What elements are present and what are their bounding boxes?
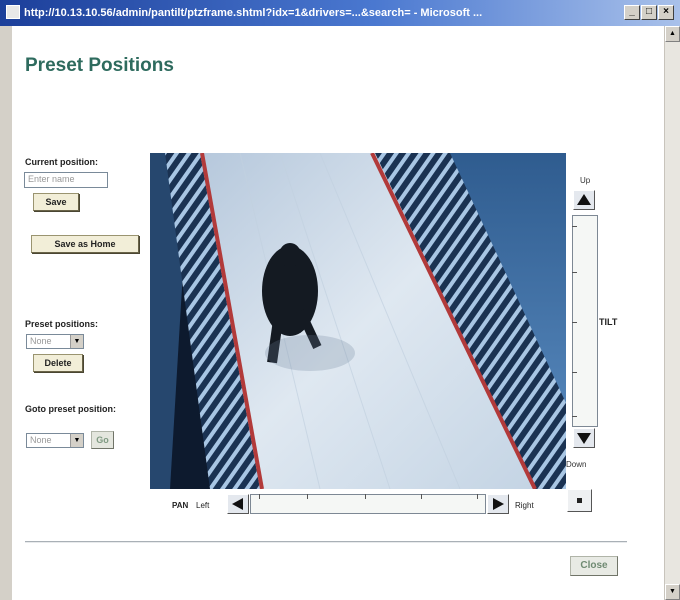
tilt-label: TILT bbox=[599, 317, 618, 327]
goto-preset-label: Goto preset position: bbox=[25, 404, 116, 414]
close-window-button[interactable]: × bbox=[658, 5, 674, 20]
save-button[interactable]: Save bbox=[33, 193, 79, 211]
preset-positions-select[interactable]: None ▼ bbox=[26, 334, 84, 349]
center-icon bbox=[577, 498, 582, 503]
pan-label: PAN bbox=[172, 501, 189, 510]
page-title: Preset Positions bbox=[25, 55, 174, 76]
minimize-button[interactable]: _ bbox=[624, 5, 640, 20]
current-position-label: Current position: bbox=[25, 157, 98, 167]
position-name-input[interactable]: Enter name bbox=[24, 172, 108, 188]
tilt-up-button[interactable] bbox=[573, 190, 595, 210]
tilt-up-label: Up bbox=[580, 176, 591, 185]
left-arrow-icon bbox=[232, 498, 243, 510]
pan-right-label: Right bbox=[515, 501, 534, 510]
close-button[interactable]: Close bbox=[570, 556, 618, 576]
save-as-home-button[interactable]: Save as Home bbox=[31, 235, 139, 253]
vertical-scrollbar[interactable]: ▲ ▼ bbox=[664, 26, 680, 600]
window-left-border bbox=[0, 26, 12, 600]
up-arrow-icon bbox=[577, 194, 591, 205]
window-title: http://10.13.10.56/admin/pantilt/ptzfram… bbox=[24, 7, 483, 19]
dropdown-arrow-icon[interactable]: ▼ bbox=[70, 434, 83, 447]
camera-image bbox=[150, 153, 566, 489]
delete-button[interactable]: Delete bbox=[33, 354, 83, 372]
window-titlebar: http://10.13.10.56/admin/pantilt/ptzfram… bbox=[0, 0, 680, 26]
scroll-up-icon[interactable]: ▲ bbox=[665, 26, 680, 42]
center-button[interactable] bbox=[567, 489, 592, 512]
scroll-down-icon[interactable]: ▼ bbox=[665, 584, 680, 600]
pan-left-label: Left bbox=[196, 501, 210, 510]
dropdown-arrow-icon[interactable]: ▼ bbox=[70, 335, 83, 348]
browser-icon bbox=[6, 5, 20, 19]
tilt-down-button[interactable] bbox=[573, 428, 595, 448]
right-arrow-icon bbox=[493, 498, 504, 510]
camera-view[interactable] bbox=[150, 153, 566, 489]
maximize-button[interactable]: □ bbox=[641, 5, 657, 20]
tilt-down-label: Down bbox=[566, 460, 587, 469]
go-button[interactable]: Go bbox=[91, 431, 114, 449]
pan-left-button[interactable] bbox=[227, 494, 249, 514]
pan-right-button[interactable] bbox=[487, 494, 509, 514]
divider bbox=[25, 541, 627, 543]
goto-preset-selected: None bbox=[30, 435, 52, 445]
down-arrow-icon bbox=[577, 433, 591, 444]
preset-positions-label: Preset positions: bbox=[25, 319, 99, 329]
tilt-slider[interactable] bbox=[572, 215, 598, 427]
pan-slider[interactable] bbox=[250, 494, 486, 514]
goto-preset-select[interactable]: None ▼ bbox=[26, 433, 84, 448]
preset-positions-selected: None bbox=[30, 336, 52, 346]
